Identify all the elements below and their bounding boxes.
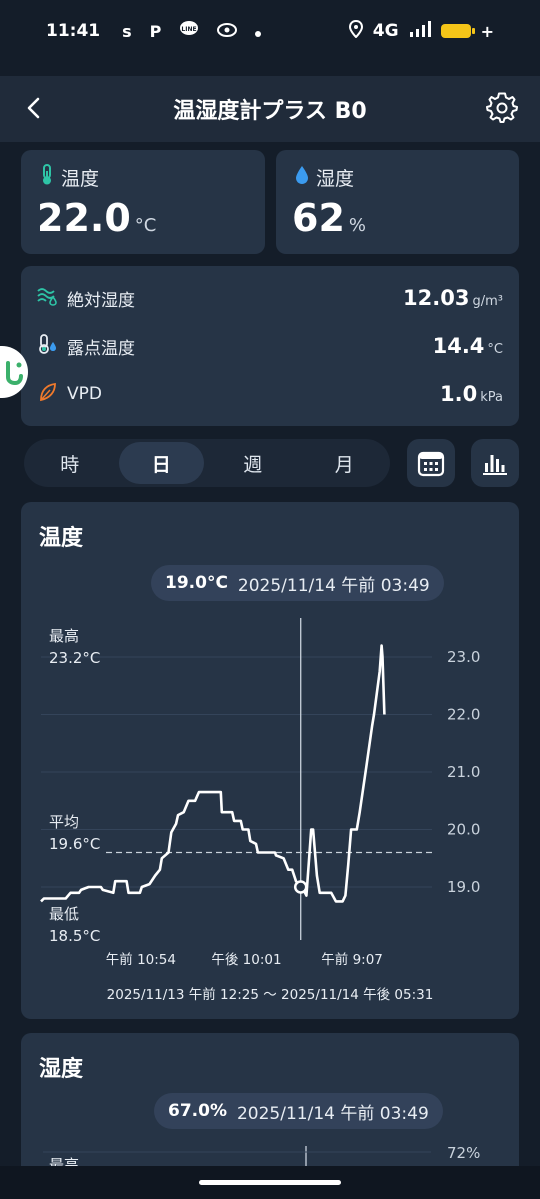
x-tick-label: 午後 10:01 [211,952,281,968]
max-value: 23.2°C [49,649,100,667]
absolute-humidity-unit: g/m³ [472,294,503,309]
absolute-humidity-icon [37,286,59,310]
line-app-label: LINE [182,26,197,33]
humidity-unit: % [348,215,366,236]
temperature-series-line [40,644,386,903]
dot-icon [255,22,262,41]
vpd-label: VPD [67,384,102,404]
y-tick-label: 20.0 [447,821,480,839]
status-time: 11:41 [46,21,101,41]
charging-plus-icon: + [480,21,494,41]
settings-gear-icon[interactable] [486,92,518,124]
temperature-label: 温度 [61,168,100,190]
humidity-label: 湿度 [316,168,355,190]
temperature-chart-card: 温度 19.0°C 2025/11/14 午前 03:49 23.0 22.0 21… [21,502,519,1019]
min-value: 18.5°C [49,927,100,945]
dew-point-icon [37,333,59,359]
vpd-row: VPD 1.0 kPa [37,379,503,409]
eye-icon [217,22,238,41]
signal-icon [409,20,431,42]
max-label: 最高 [49,627,79,645]
top-gap [0,62,540,76]
chart-date-range: 2025/11/13 午前 12:25 〜 2025/11/14 午後 05:3… [107,986,434,1003]
x-tick-label: 午前 10:54 [106,951,176,968]
absolute-humidity-value: 12.03 [403,286,470,310]
leaf-icon [37,382,59,406]
dew-point-value: 14.4 [432,334,485,358]
temperature-line-chart[interactable]: 23.022.021.020.019.0 午前 10:54 午後 10:01 午前 … [21,502,519,1019]
temperature-unit: °C [134,215,157,236]
page-title: 温湿度計プラス B0 [173,99,367,124]
dew-point-label: 露点温度 [67,338,135,359]
cursor-point[interactable] [293,880,308,894]
period-selector: 時 日 週 月 [24,439,390,487]
temperature-card[interactable]: 温度 22.0 °C [21,150,265,254]
thermometer-icon [39,164,55,191]
bar-chart-button[interactable] [471,439,519,487]
status-bar: 11:41 s P LINE 4G + [0,0,540,62]
notification-p-icon: P [149,21,162,41]
y-tick-label: 22.0 [447,706,480,724]
absolute-humidity-label: 絶対湿度 [67,290,135,311]
home-gesture-bar[interactable] [199,1180,341,1185]
y-tick-label: 23.0 [447,648,480,666]
x-axis-ticks: 午前 10:54 午後 10:01 午前 9:07 [106,951,383,968]
location-icon [348,19,363,43]
line-app-icon: LINE [179,20,199,42]
period-tab-week[interactable]: 週 [210,442,296,484]
app-header: 温湿度計プラス B0 [0,76,540,142]
period-tab-hour[interactable]: 時 [27,442,113,484]
dew-point-unit: °C [487,342,503,357]
dew-point-row: 露点温度 14.4 °C [37,331,503,361]
absolute-humidity-row: 絶対湿度 12.03 g/m³ [37,283,503,313]
vpd-value: 1.0 [440,382,478,406]
notification-s-icon: s [122,21,132,41]
y-tick-label: 19.0 [447,878,480,896]
back-button[interactable] [20,90,50,126]
humidity-top-tick: 72% [447,1144,480,1162]
bar-chart-icon [483,455,507,475]
calendar-icon [417,451,445,477]
temperature-value: 22.0 [37,196,131,240]
min-label: 最低 [49,905,79,923]
water-drop-icon [294,165,310,190]
network-type: 4G [372,21,399,41]
app-shortcut-icon [6,361,23,386]
calendar-button[interactable] [407,439,455,487]
x-tick-label: 午前 9:07 [321,951,383,968]
humidity-card[interactable]: 湿度 62 % [276,150,519,254]
period-tab-month[interactable]: 月 [302,442,388,484]
vpd-unit: kPa [480,390,503,405]
avg-label: 平均 [49,813,79,831]
avg-value: 19.6°C [49,835,100,853]
battery-icon [440,24,475,38]
period-tab-day[interactable]: 日 [118,442,204,484]
y-axis-ticks: 23.0 22.0 21.0 20.0 19.0 [447,648,480,896]
y-tick-label: 21.0 [447,763,480,781]
humidity-value: 62 [292,196,345,240]
derived-values-card: 絶対湿度 12.03 g/m³ 露点温度 14.4 °C VPD 1.0 kPa [21,266,519,426]
